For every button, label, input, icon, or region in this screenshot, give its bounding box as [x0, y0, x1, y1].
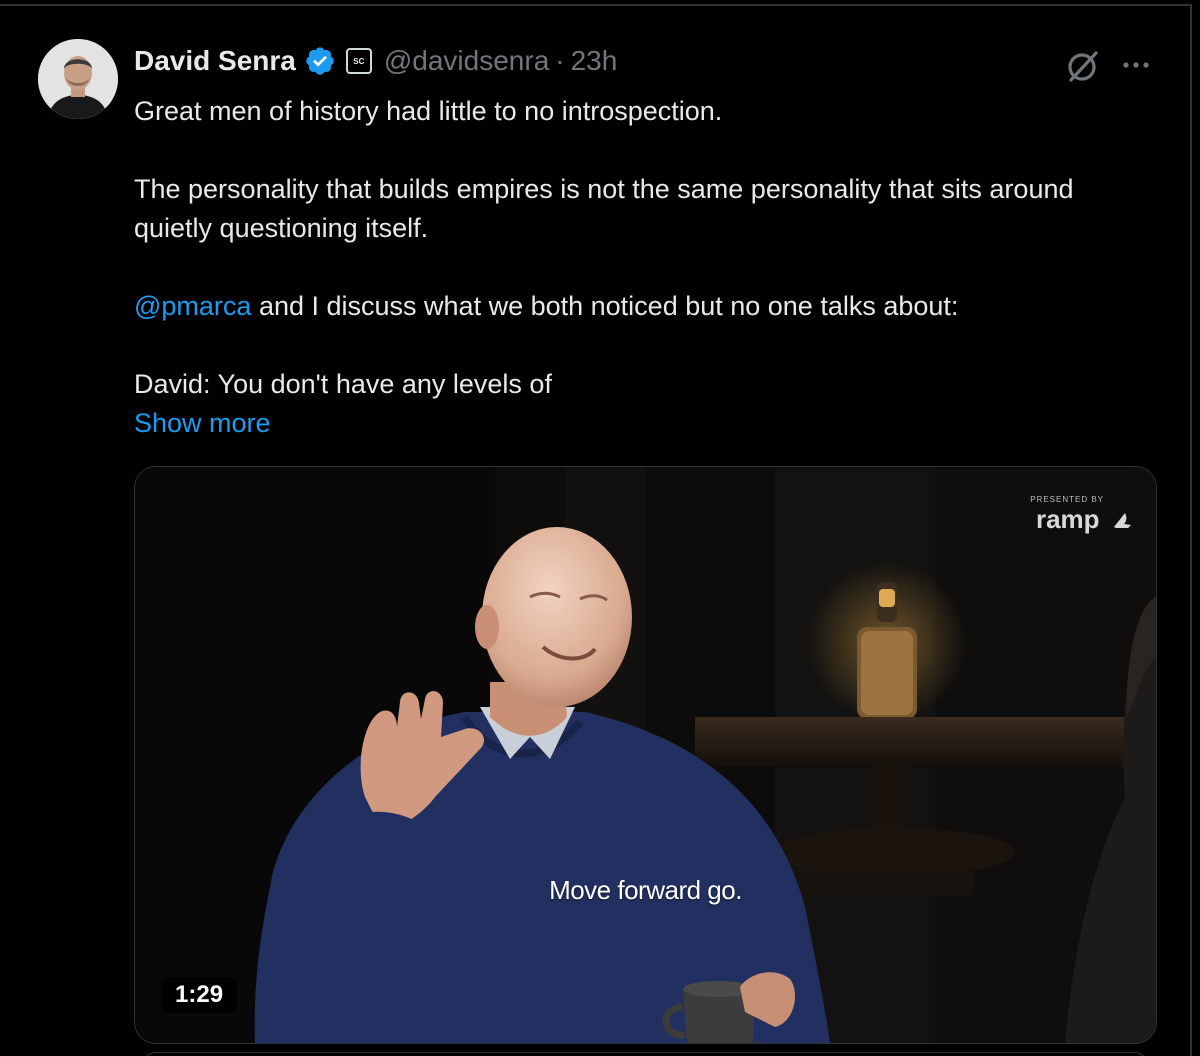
- video-caption: Move forward go.: [549, 875, 742, 905]
- separator-dot: ·: [555, 45, 565, 76]
- tweet-text-line: Great men of history had little to no in…: [134, 96, 723, 126]
- tweet-timestamp[interactable]: 23h: [571, 45, 618, 77]
- tweet-text: Great men of history had little to no in…: [134, 92, 1144, 443]
- author-handle[interactable]: @davidsenra: [384, 45, 549, 77]
- video-duration: 1:29: [161, 977, 238, 1013]
- sponsor-label: PRESENTED BY: [1030, 495, 1104, 504]
- next-card-edge: [144, 1052, 1146, 1056]
- right-divider: [1190, 4, 1192, 1056]
- tweet[interactable]: David Senra SC @davidsenra · 23h Great m…: [0, 6, 1190, 1056]
- avatar-image: [38, 39, 118, 119]
- page: David Senra SC @davidsenra · 23h Great m…: [0, 0, 1200, 1056]
- avatar[interactable]: [38, 39, 118, 119]
- ramp-logo-icon: [1114, 512, 1131, 528]
- sponsor-overlay: PRESENTED BY ramp: [1030, 495, 1134, 535]
- tweet-text-fragment: and I discuss what we both noticed but n…: [251, 291, 959, 321]
- show-more-link[interactable]: Show more: [134, 408, 271, 438]
- tweet-text-line: The personality that builds empires is n…: [134, 174, 1074, 243]
- tweet-header: David Senra SC @davidsenra · 23h: [134, 41, 617, 81]
- author-name[interactable]: David Senra: [134, 45, 296, 77]
- video-player[interactable]: PRESENTED BY ramp Move forward go. 1:29: [134, 466, 1157, 1044]
- sponsor-brand: ramp: [1035, 504, 1100, 534]
- grok-icon[interactable]: [1064, 47, 1102, 85]
- tweet-text-line: @pmarca and I discuss what we both notic…: [134, 287, 1144, 326]
- verified-badge-icon[interactable]: [304, 45, 336, 77]
- mention-link[interactable]: @pmarca: [134, 291, 251, 321]
- tweet-text-line: David: You don't have any levels of: [134, 369, 552, 399]
- affiliate-badge[interactable]: SC: [345, 48, 372, 74]
- more-options-icon[interactable]: [1118, 49, 1154, 81]
- video-frame: [135, 467, 1156, 1043]
